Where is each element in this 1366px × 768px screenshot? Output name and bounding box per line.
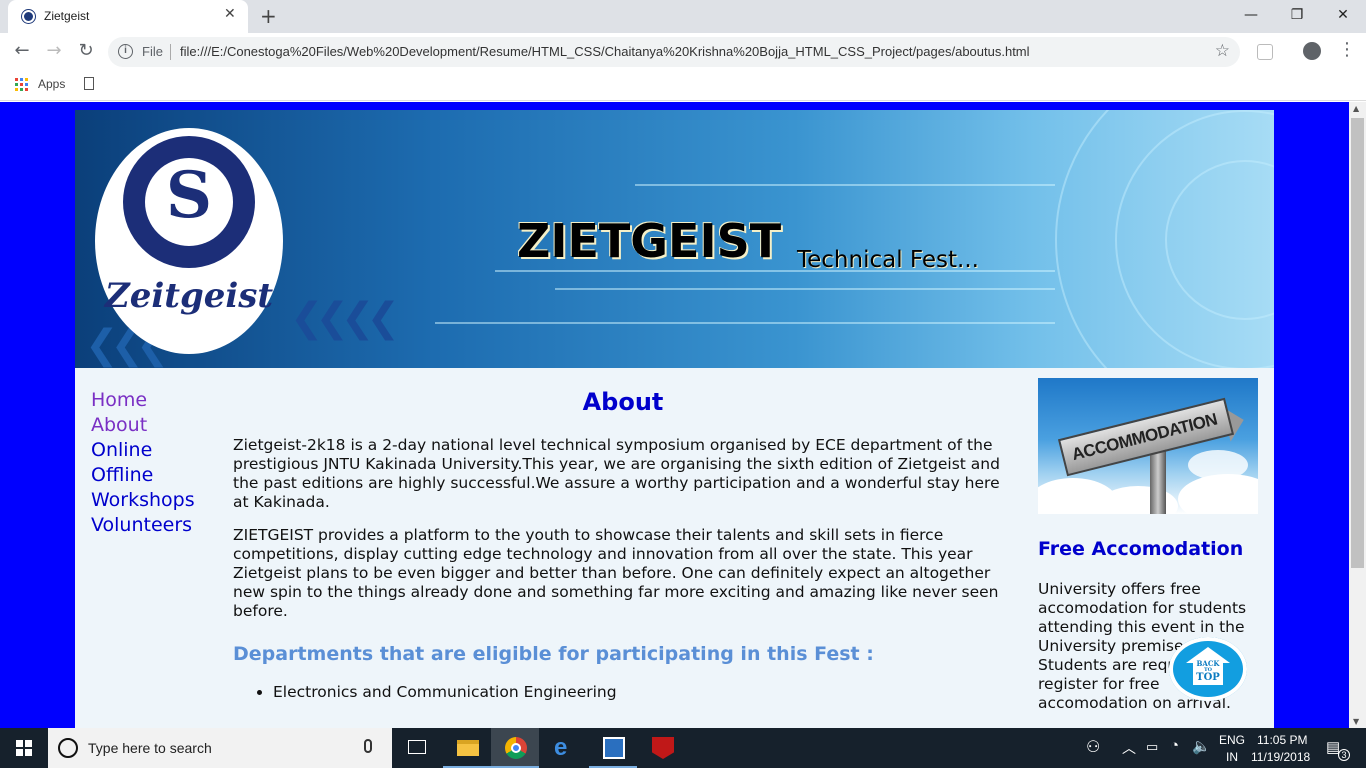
logo-ring: S [123,136,255,268]
taskbar-search[interactable]: Type here to search [48,728,392,768]
scroll-thumb[interactable] [1351,118,1364,568]
apps-bookmark[interactable]: Apps [38,77,65,91]
reload-button[interactable]: ↻ [74,40,98,61]
forward-button[interactable]: → [42,40,66,61]
minimize-button[interactable]: — [1228,4,1274,30]
bookmark-star-icon[interactable]: ☆ [1215,41,1230,61]
header-banner: ❮❮❮❮ ❮❮❮ S Zeitgeist ZIETGEIST Technical… [75,110,1274,368]
zeitgeist-logo[interactable]: S Zeitgeist [95,128,283,354]
bookmarks-bar: Apps [0,71,1366,101]
back-to-top-button[interactable]: BACK TO TOP [1169,637,1247,701]
search-placeholder: Type here to search [88,740,212,756]
logo-wordmark: Zeitgeist [104,276,274,316]
departments-heading: Departments that are eligible for partic… [233,643,874,665]
nav-link-offline[interactable]: Offline [91,463,195,488]
accommodation-heading: Free Accomodation [1038,538,1244,560]
main-content: About Zietgeist-2k18 is a 2-day national… [233,388,1003,701]
edge-icon: e [554,734,568,761]
site-info-icon[interactable]: i [118,44,133,59]
nav-link-home[interactable]: Home [91,388,195,413]
signpost-pole [1150,448,1166,514]
active-tab[interactable]: Zietgeist ✕ [8,0,248,33]
cloud-shape [1188,450,1248,480]
nav-link-workshops[interactable]: Workshops [91,488,195,513]
notification-count-badge: 3 [1338,749,1350,761]
back-button[interactable]: ← [10,40,34,61]
url-scheme-label: File [142,44,163,59]
battery-icon[interactable]: ▭ [1146,739,1158,755]
about-paragraph-2: ZIETGEIST provides a platform to the you… [233,526,999,620]
decor-line [635,184,1055,186]
clock-date[interactable]: 11/19/2018 [1251,750,1310,764]
site-tagline: Technical Fest... [797,247,979,273]
page-viewport: ❮❮❮❮ ❮❮❮ S Zeitgeist ZIETGEIST Technical… [0,102,1349,728]
region-indicator[interactable]: IN [1226,750,1238,764]
address-bar[interactable]: i File file:///E:/Conestoga%20Files/Web%… [108,37,1240,67]
task-view-icon [408,740,426,754]
decor-line [555,288,1055,290]
language-indicator[interactable]: ENG [1219,733,1245,747]
browser-toolbar: ← → ↻ i File file:///E:/Conestoga%20File… [0,33,1366,71]
decor-chevrons: ❮❮❮❮ [290,295,400,341]
volume-icon[interactable]: 🔈 [1192,737,1211,755]
page-container: ❮❮❮❮ ❮❮❮ S Zeitgeist ZIETGEIST Technical… [75,110,1274,728]
decor-line [435,322,1055,324]
site-title: ZIETGEIST [517,214,782,268]
start-button[interactable] [0,728,48,768]
logo-mark: S [165,158,213,233]
nav-link-about[interactable]: About [91,413,195,438]
close-window-button[interactable]: ✕ [1320,4,1366,30]
accommodation-image: ACCOMMODATION [1038,378,1258,514]
system-tray: ⚇ ︿ ▭ ◔ 🔈 ENG IN 11:05 PM 11/19/2018 ▤ 3 [1080,728,1366,768]
browser-menu-icon[interactable]: ⋮ [1338,39,1356,60]
wifi-icon[interactable]: ◔ [1170,737,1179,754]
cortana-icon [58,738,78,758]
apps-grid-icon[interactable] [15,78,28,91]
show-hidden-icons-icon[interactable]: ︿ [1122,738,1136,758]
cloud-shape [1178,474,1258,514]
tab-close-icon[interactable]: ✕ [224,6,236,22]
back-to-top-label: TOP [1196,672,1220,683]
scroll-down-icon[interactable]: ▼ [1353,717,1359,726]
clock-time[interactable]: 11:05 PM [1257,733,1307,747]
nav-link-online[interactable]: Online [91,438,195,463]
people-icon[interactable]: ⚇ [1086,737,1100,757]
profile-avatar-icon[interactable] [1303,42,1321,60]
site-favicon-icon [22,10,35,23]
tab-title: Zietgeist [44,9,90,23]
microphone-icon[interactable] [364,739,372,753]
page-heading: About [582,388,664,416]
file-explorer-icon [457,740,479,756]
departments-list: Electronics and Communication Engineerin… [273,683,1003,701]
document-bookmark-icon[interactable] [84,77,94,90]
scroll-up-icon[interactable]: ▲ [1353,104,1359,113]
address-separator [170,44,171,60]
extension-icon[interactable] [1257,44,1273,60]
taskbar: Type here to search e ⚇ ︿ ▭ ◔ 🔈 ENG IN 1… [0,728,1366,768]
windows-logo-icon [16,740,32,756]
maximize-button[interactable]: ❐ [1274,4,1320,30]
about-paragraph-1: Zietgeist-2k18 is a 2-day national level… [233,436,1000,511]
nav-link-volunteers[interactable]: Volunteers [91,513,195,538]
chrome-icon [505,737,527,759]
store-icon [603,737,625,759]
side-navigation: Home About Online Offline Workshops Volu… [91,388,195,538]
url-text[interactable]: file:///E:/Conestoga%20Files/Web%20Devel… [180,44,1030,59]
task-view-button[interactable] [393,728,441,768]
page-scrollbar[interactable]: ▲ ▼ [1349,102,1366,728]
tab-strip: Zietgeist ✕ + — ❐ ✕ [0,0,1366,33]
new-tab-button[interactable]: + [260,4,277,28]
list-item: Electronics and Communication Engineerin… [273,683,1003,701]
